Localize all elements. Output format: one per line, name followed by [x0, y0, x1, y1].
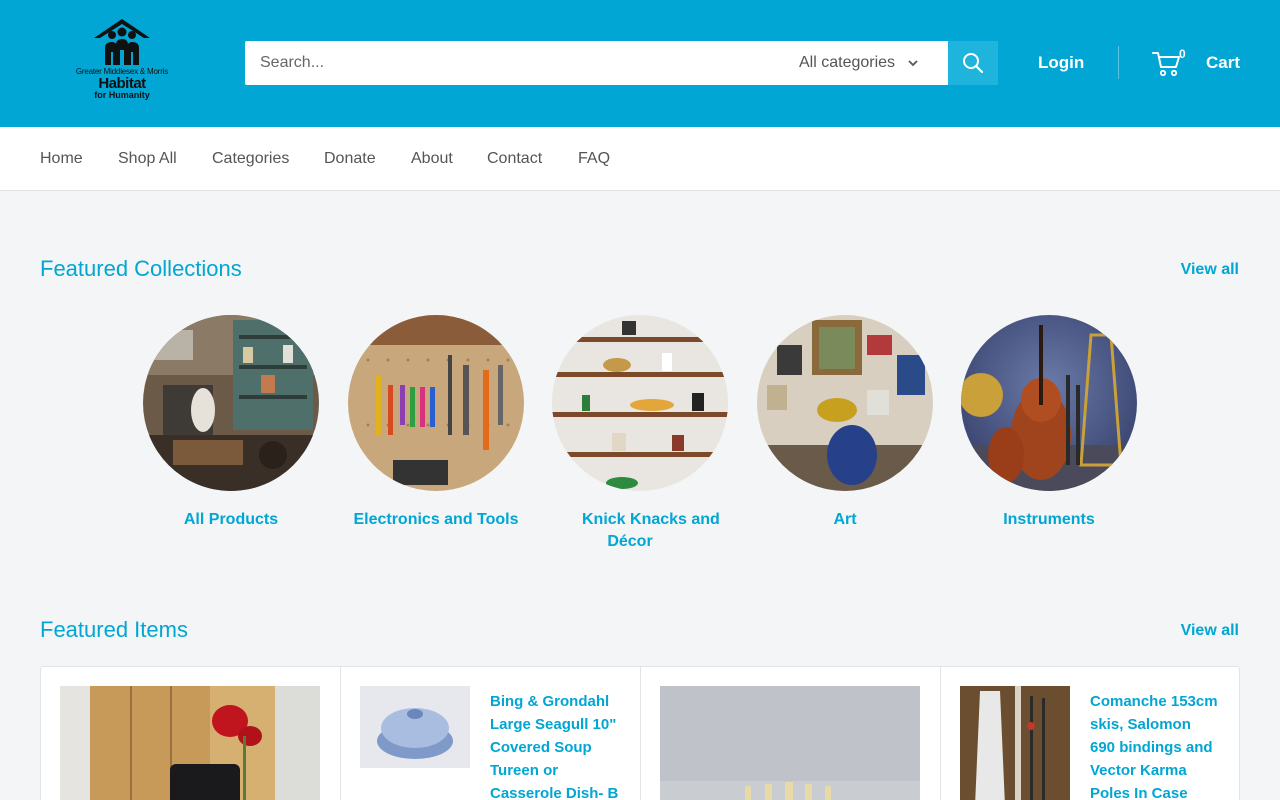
nav-home[interactable]: Home [40, 150, 83, 168]
collection-knick-knacks-decor-label: Knick Knacks and Décor [542, 509, 720, 553]
cart-label: Cart [1206, 53, 1241, 72]
product-card[interactable]: Comanche 153cm skis, Salomon 690 binding… [941, 667, 1241, 800]
featured-collections-title: Featured Collections [40, 256, 242, 281]
product-card[interactable] [41, 667, 341, 800]
nav-about[interactable]: About [411, 150, 453, 168]
collection-art-image [757, 315, 933, 491]
product-title-line: Covered Soup [490, 739, 592, 756]
product-card[interactable] [641, 667, 941, 800]
featured-items-grid: Bing & Grondahl Large Seagull 10" Covere… [40, 666, 1240, 800]
collection-knick-knacks-label-line2: Décor [607, 533, 653, 550]
habitat-logo[interactable]: Greater Middlesex & Morris Habitat for H… [72, 18, 172, 110]
nav-categories[interactable]: Categories [212, 150, 289, 168]
cart-link[interactable]: 0 Cart [1152, 46, 1240, 80]
header-divider [1118, 46, 1119, 79]
product-image [360, 686, 470, 768]
product-title-line: Poles In Case [1090, 785, 1188, 800]
cart-count-badge: 0 [1179, 47, 1186, 61]
featured-items-title: Featured Items [40, 617, 188, 642]
site-header: Greater Middlesex & Morris Habitat for H… [0, 0, 1280, 127]
product-title-line: Comanche 153cm [1090, 693, 1218, 710]
search-icon [963, 53, 984, 74]
product-image [660, 686, 920, 800]
collection-instruments-label: Instruments [1003, 511, 1095, 528]
logo-line2: Habitat [98, 75, 146, 92]
product-title-line: skis, Salomon [1090, 716, 1191, 733]
product-title-line: Casserole Dish- B [490, 785, 619, 800]
category-select-label: All categories [799, 54, 896, 71]
product-card[interactable]: Bing & Grondahl Large Seagull 10" Covere… [341, 667, 641, 800]
login-link[interactable]: Login [1038, 53, 1084, 73]
collection-all-products-image [143, 315, 319, 491]
chevron-down-icon [907, 59, 919, 67]
product-title-line: 690 bindings and [1090, 739, 1213, 756]
collections-view-all-link[interactable]: View all [1181, 261, 1239, 279]
collection-art-label: Art [833, 511, 857, 528]
collection-electronics-tools-image [348, 315, 524, 491]
search-input[interactable] [245, 41, 775, 85]
collection-all-products-label: All Products [183, 511, 279, 528]
main-nav: Home Shop All Categories Donate About Co… [0, 127, 1280, 191]
product-title-line: Large Seagull 10" [490, 716, 617, 733]
product-image [60, 686, 320, 800]
items-view-all-link[interactable]: View all [1181, 622, 1239, 640]
product-title-line: Tureen or [490, 762, 559, 779]
nav-contact[interactable]: Contact [487, 150, 542, 168]
nav-donate[interactable]: Donate [324, 150, 376, 168]
logo-line3: for Humanity [94, 90, 150, 100]
collection-knick-knacks-label-line1: Knick Knacks and [582, 511, 720, 528]
search-bar: All categories [245, 41, 998, 85]
product-title-line: Bing & Grondahl [490, 693, 610, 710]
collection-knick-knacks-decor-image [552, 315, 728, 491]
search-button[interactable] [948, 41, 998, 85]
nav-faq[interactable]: FAQ [578, 150, 610, 168]
nav-shop-all[interactable]: Shop All [118, 150, 177, 168]
product-title: Comanche 153cm skis, Salomon 690 binding… [1090, 690, 1218, 800]
category-select[interactable]: All categories [799, 41, 949, 85]
collection-electronics-tools-label: Electronics and Tools [353, 511, 519, 528]
product-title: Bing & Grondahl Large Seagull 10" Covere… [490, 690, 618, 800]
product-image [960, 686, 1070, 800]
habitat-people-icon [94, 19, 150, 65]
collection-instruments-image [961, 315, 1137, 491]
cart-icon [1152, 52, 1180, 77]
product-title-line: Vector Karma [1090, 762, 1187, 779]
